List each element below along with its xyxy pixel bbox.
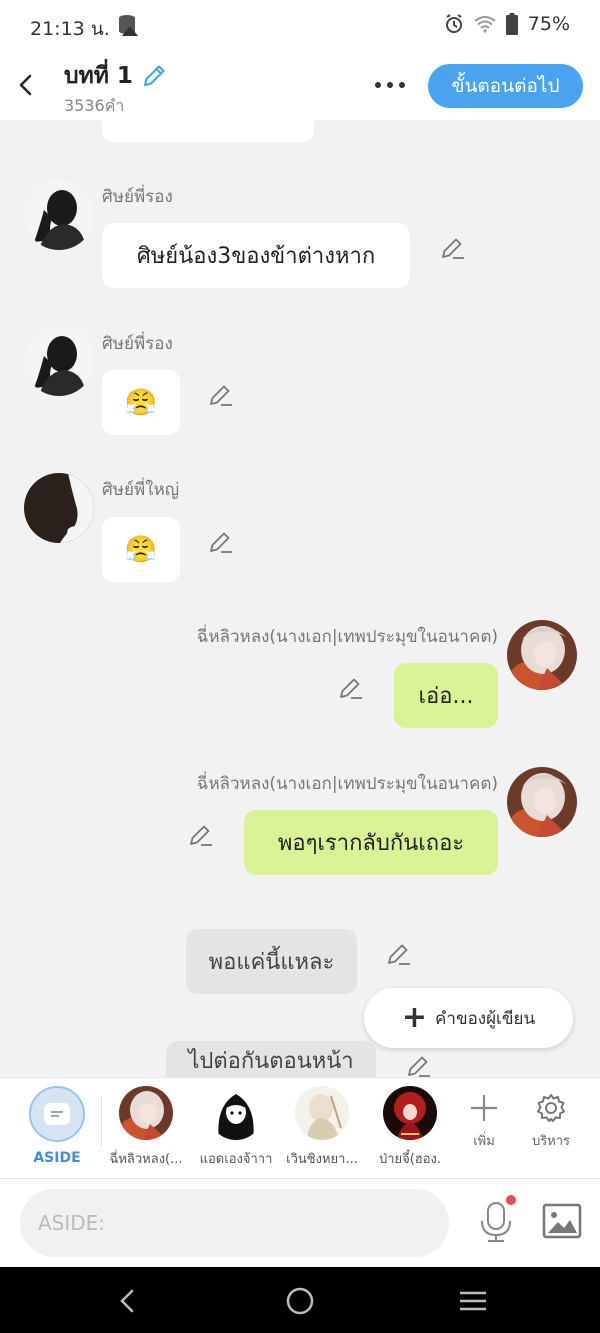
- edit-message-icon[interactable]: [208, 529, 234, 555]
- message-bubble-partial[interactable]: [102, 120, 314, 142]
- chat-bubble-icon: [44, 1103, 70, 1125]
- image-icon[interactable]: [542, 1203, 582, 1239]
- avatar-heroine[interactable]: [507, 767, 577, 837]
- aside-bubble[interactable]: ไปต่อกันตอนหน้า: [166, 1041, 376, 1077]
- edit-message-icon[interactable]: [406, 1053, 432, 1077]
- sender-name: ศิษย์พี่รอง: [102, 187, 173, 207]
- character-bar: ASIDE ฉี่หลิวหลง(... แอดเองจ้าาา เวินชิง…: [0, 1077, 600, 1178]
- alarm-icon: [445, 14, 462, 33]
- message-bubble[interactable]: 😤: [102, 370, 180, 435]
- avatar-second-senior[interactable]: [24, 326, 94, 396]
- character-name: แอดเองจ้าาา: [199, 1152, 273, 1167]
- character-item[interactable]: ฉี่หลิวหลง(...: [104, 1086, 188, 1169]
- status-time: 21:13 น.: [30, 18, 110, 40]
- plus-icon: [471, 1095, 497, 1121]
- manage-characters-button[interactable]: บริหาร: [523, 1092, 579, 1151]
- avatar-second-senior[interactable]: [24, 180, 94, 250]
- message-bubble[interactable]: 😤: [102, 517, 180, 582]
- sender-name: ฉี่หลิวหลง(นางเอก|เทพประมุขในอนาคต): [196, 774, 498, 794]
- header: บทที่ 1 3536คำ ขั้นตอนต่อไป: [0, 50, 600, 120]
- divider: [101, 1096, 102, 1146]
- sender-name: ศิษย์พี่รอง: [102, 334, 173, 354]
- sender-name: ศิษย์พี่ใหญ่: [102, 480, 180, 500]
- add-label: เพิ่ม: [473, 1134, 495, 1149]
- battery-icon: [505, 13, 518, 35]
- message-bubble[interactable]: ศิษย์น้อง3ของข้าต่างหาก: [102, 223, 410, 288]
- author-note-label: คำของผู้เขียน: [435, 1008, 536, 1029]
- avatar: [209, 1086, 263, 1140]
- next-step-button[interactable]: ขั้นตอนต่อไป: [428, 64, 583, 108]
- title-row: บทที่ 1: [64, 58, 167, 94]
- character-name: ป่ายจี๋(ฮอง.: [378, 1152, 442, 1167]
- input-row: [0, 1178, 600, 1267]
- character-item[interactable]: เวินชิงหยา...: [280, 1086, 364, 1169]
- nav-back-icon[interactable]: [112, 1285, 144, 1317]
- message-bubble[interactable]: เอ่อ...: [394, 663, 498, 728]
- character-item[interactable]: ป่ายจี๋(ฮอง.: [368, 1086, 452, 1169]
- edit-message-icon[interactable]: [338, 675, 364, 701]
- character-name: ฉี่หลิวหลง(...: [109, 1152, 183, 1167]
- manage-label: บริหาร: [531, 1134, 571, 1149]
- nav-recents-icon[interactable]: [457, 1285, 489, 1317]
- aside-bubble[interactable]: พอแค่นี้แหละ: [186, 929, 357, 994]
- status-indicators: 75%: [444, 13, 570, 35]
- avatar-heroine[interactable]: [507, 620, 577, 690]
- microphone-icon[interactable]: [478, 1201, 514, 1245]
- avatar-first-senior[interactable]: [24, 473, 94, 543]
- nav-home-icon[interactable]: [284, 1285, 316, 1317]
- edit-title-icon[interactable]: [141, 63, 167, 89]
- message-input[interactable]: [20, 1189, 449, 1257]
- aside-character-button[interactable]: ASIDE: [22, 1086, 92, 1166]
- battery-percent: 75%: [527, 13, 570, 35]
- character-item[interactable]: แอดเองจ้าาา: [194, 1086, 278, 1169]
- edit-message-icon[interactable]: [188, 822, 214, 848]
- plus-icon: +: [401, 1000, 428, 1035]
- gear-icon: [537, 1094, 565, 1122]
- aside-avatar: [29, 1086, 85, 1142]
- sender-name: ฉี่หลิวหลง(นางเอก|เทพประมุขในอนาคต): [196, 627, 498, 647]
- add-character-button[interactable]: เพิ่ม: [456, 1092, 512, 1151]
- notification-dot: [506, 1195, 516, 1205]
- chat-area[interactable]: ศิษย์พี่รอง ศิษย์น้อง3ของข้าต่างหาก ศิษย…: [0, 120, 600, 1077]
- avatar: [119, 1086, 173, 1140]
- avatar: [295, 1086, 349, 1140]
- avatar: [383, 1086, 437, 1140]
- page-title: บทที่ 1: [64, 63, 133, 89]
- status-bar: 21:13 น. 75%: [0, 0, 600, 50]
- edit-message-icon[interactable]: [386, 941, 412, 967]
- message-bubble[interactable]: พอๆเรากลับกันเถอะ: [244, 810, 498, 875]
- back-icon[interactable]: [14, 70, 40, 100]
- more-options-icon[interactable]: [372, 72, 408, 98]
- storage-warning-icon: [119, 15, 138, 36]
- wifi-icon: [474, 16, 496, 33]
- edit-message-icon[interactable]: [440, 235, 466, 261]
- aside-label: ASIDE: [33, 1150, 81, 1166]
- character-name: เวินชิงหยา...: [286, 1152, 358, 1167]
- author-note-button[interactable]: + คำของผู้เขียน: [364, 988, 573, 1048]
- word-count: 3536คำ: [64, 96, 125, 115]
- edit-message-icon[interactable]: [208, 382, 234, 408]
- system-nav-bar: [0, 1267, 600, 1333]
